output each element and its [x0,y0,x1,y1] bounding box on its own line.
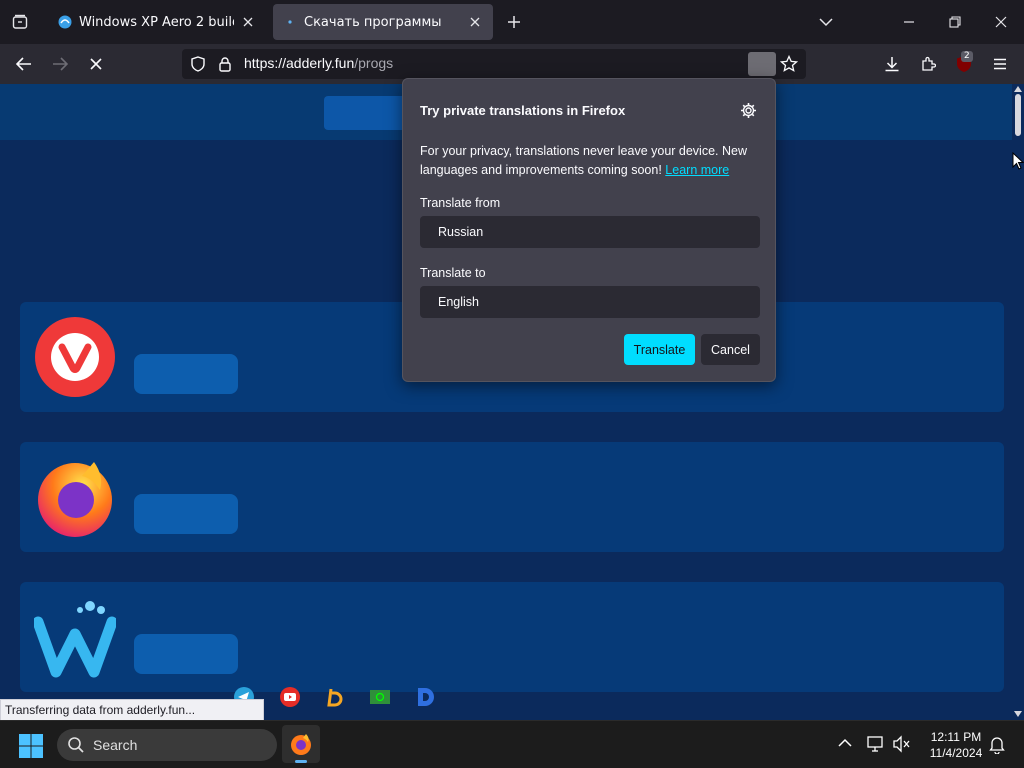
tab-download-programs[interactable]: Скачать программы [273,4,493,40]
money-icon[interactable] [369,686,391,708]
stop-loading-icon[interactable] [82,50,110,78]
ublock-icon[interactable]: 2 [950,50,978,78]
tab-windows-xp[interactable]: Windows XP Aero 2 build 7106 | [48,4,266,40]
chevron-down-icon[interactable] [812,8,840,36]
clock-time: 12:11 PM [930,730,982,744]
translate-to-select[interactable]: English [420,286,760,318]
firefox-icon [38,462,112,537]
waterfox-icon [34,601,116,678]
youtube-icon[interactable] [279,686,301,708]
extensions-icon[interactable] [914,50,942,78]
translate-button[interactable]: Translate [624,334,695,365]
tab-strip: Windows XP Aero 2 build 7106 | Скачать п… [0,0,1024,44]
shield-icon[interactable] [190,56,206,76]
windows-start-icon[interactable] [18,733,44,759]
boosty-icon[interactable] [324,686,346,708]
firefox-icon [291,734,311,755]
address-bar[interactable]: https://adderly.fun/progs [182,49,806,79]
download-button-placeholder[interactable] [134,494,238,534]
vertical-scrollbar[interactable] [1012,84,1024,720]
lock-icon[interactable] [218,56,232,76]
tab-title: Windows XP Aero 2 build 7106 | [79,14,234,30]
panel-description: For your privacy, translations never lea… [420,142,750,180]
clock-date: 11/4/2024 [929,746,983,760]
translate-from-label: Translate from [420,196,501,210]
d-icon[interactable] [414,686,436,708]
translation-panel: Try private translations in Firefox For … [402,78,776,382]
url-path: /progs [354,55,394,71]
notification-bell-icon[interactable] [989,736,1005,754]
scroll-up-arrow-icon[interactable] [1014,86,1022,92]
active-app-indicator [295,760,307,763]
loading-dot-icon [288,20,292,24]
download-button-placeholder[interactable] [134,634,238,674]
minimize-icon[interactable] [895,8,923,36]
app-card-waterfox[interactable] [20,582,1004,692]
learn-more-link[interactable]: Learn more [665,163,729,177]
speaker-muted-icon[interactable] [892,735,912,753]
url-text[interactable]: https://adderly.fun/progs [244,55,393,71]
scrollbar-thumb[interactable] [1015,94,1021,136]
forward-arrow-icon[interactable] [46,50,74,78]
scroll-down-arrow-icon[interactable] [1014,711,1022,717]
edge-favicon-icon [58,15,72,29]
translate-page-icon[interactable] [748,52,776,76]
panel-title: Try private translations in Firefox [420,103,626,118]
screen: Windows XP Aero 2 build 7106 | Скачать п… [0,0,1024,768]
downloads-icon[interactable] [878,50,906,78]
gear-icon[interactable] [737,99,759,121]
translate-to-label: Translate to [420,266,486,280]
network-icon[interactable] [866,735,886,753]
ublock-count-badge: 2 [961,51,973,62]
url-host: https://adderly.fun [244,55,355,71]
taskbar-search-box[interactable]: Search [57,729,277,761]
app-card-firefox[interactable] [20,442,1004,552]
new-tab-icon[interactable] [500,8,528,36]
mouse-pointer-icon [1012,152,1024,170]
taskbar-firefox-button[interactable] [282,725,320,763]
close-tab-icon[interactable] [467,14,483,30]
hamburger-menu-icon[interactable] [986,50,1014,78]
bookmark-star-icon[interactable] [779,54,799,77]
search-icon [68,737,84,753]
header-placeholder-button[interactable] [324,96,414,130]
system-clock[interactable]: 12:11 PM 11/4/2024 [918,729,994,761]
restore-icon[interactable] [941,8,969,36]
search-placeholder: Search [93,737,138,753]
close-tab-icon[interactable] [240,14,256,30]
status-bar: Transferring data from adderly.fun... [0,699,264,722]
vivaldi-icon [35,317,115,397]
chevron-up-icon[interactable] [838,738,852,748]
back-arrow-icon[interactable] [10,50,38,78]
taskbar: Search 12:11 PM 11/4/2024 [0,720,1024,768]
tab-title: Скачать программы [304,14,442,30]
tab-list-icon[interactable] [6,8,34,36]
translate-from-select[interactable]: Russian [420,216,760,248]
close-window-icon[interactable] [987,8,1015,36]
download-button-placeholder[interactable] [134,354,238,394]
cancel-button[interactable]: Cancel [701,334,760,365]
